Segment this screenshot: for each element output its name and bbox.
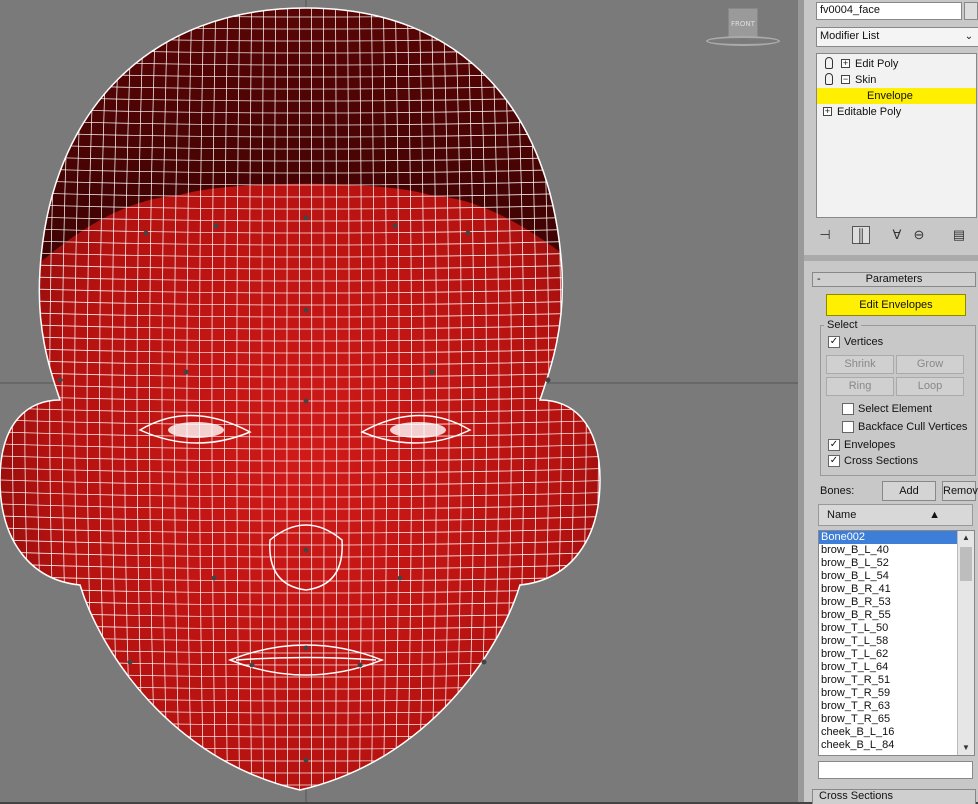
bone-list-item[interactable]: cheek_B_L_84 [819, 739, 959, 752]
lightbulb-icon[interactable] [825, 73, 833, 85]
pin-stack-icon[interactable]: ⊣ [816, 226, 834, 244]
stack-item-editable-poly[interactable]: + Editable Poly [817, 104, 976, 120]
viewcube-compass-ring[interactable] [706, 36, 780, 46]
backface-cull-label: Backface Cull Vertices [858, 421, 968, 433]
grow-button[interactable]: Grow [896, 355, 964, 374]
name-header-label: Name [827, 509, 857, 521]
parameters-title: Parameters [865, 273, 923, 285]
scroll-down-icon[interactable]: ▼ [958, 741, 974, 755]
backface-cull-checkbox[interactable]: Backface Cull Vertices [842, 420, 967, 434]
vertices-label: Vertices [844, 336, 884, 348]
modifier-list-dropdown[interactable]: Modifier List ⌄ [816, 27, 978, 47]
bone-list-item[interactable]: brow_T_L_50 [819, 622, 959, 635]
remove-bone-button[interactable]: Remove [942, 481, 978, 501]
modifier-stack[interactable]: + Edit Poly − Skin Envelope + Editable P… [816, 53, 977, 218]
bone-list-item[interactable]: brow_T_L_64 [819, 661, 959, 674]
stack-item-edit-poly[interactable]: + Edit Poly [817, 56, 976, 72]
loop-button[interactable]: Loop [896, 377, 964, 396]
checkmark-icon: ✓ [828, 455, 840, 467]
parameters-rollout-header[interactable]: - Parameters [812, 272, 976, 287]
command-panel: fv0004_face Modifier List ⌄ + Edit Poly … [798, 0, 978, 804]
chevron-down-icon[interactable]: ⌄ [962, 30, 976, 44]
rollout-collapse-icon: - [817, 273, 821, 285]
stack-item-label: Editable Poly [837, 106, 902, 118]
envelopes-label: Envelopes [844, 439, 896, 451]
shrink-button[interactable]: Shrink [826, 355, 894, 374]
scroll-up-icon[interactable]: ▲ [958, 531, 974, 545]
configure-modifier-sets-icon[interactable]: ▤ [950, 226, 968, 244]
edit-envelopes-button[interactable]: Edit Envelopes [826, 294, 966, 316]
bone-list-item[interactable]: brow_B_R_55 [819, 609, 959, 622]
cross-sections-checkbox[interactable]: ✓ Cross Sections [828, 454, 918, 468]
object-name-field[interactable]: fv0004_face [816, 2, 962, 20]
cross-sections-label: Cross Sections [844, 455, 918, 467]
bone-list-item[interactable]: brow_T_R_59 [819, 687, 959, 700]
empty-checkbox-icon [842, 421, 854, 433]
stack-item-label: Envelope [867, 90, 913, 102]
bone-list-item[interactable]: brow_B_R_53 [819, 596, 959, 609]
empty-checkbox-icon [842, 403, 854, 415]
cross-sections-rollout-title: Cross Sections [819, 790, 893, 802]
bone-list-scrollbar[interactable]: ▲ ▼ [957, 531, 974, 755]
face-mesh[interactable] [0, 0, 798, 802]
lightbulb-icon[interactable] [825, 57, 833, 69]
vertices-checkbox[interactable]: ✓ Vertices [828, 335, 883, 349]
checkmark-icon: ✓ [828, 336, 840, 348]
bone-list-item[interactable]: brow_T_L_58 [819, 635, 959, 648]
select-group-title: Select [824, 319, 861, 331]
select-element-label: Select Element [858, 403, 932, 415]
stack-toolbar: ⊣ ║ ∀ ⊖ ▤ [816, 222, 978, 248]
collapse-minus-icon[interactable]: − [841, 75, 850, 84]
expand-plus-icon[interactable]: + [841, 59, 850, 68]
bone-filter-input[interactable] [818, 761, 973, 779]
scroll-thumb[interactable] [960, 547, 972, 581]
ring-button[interactable]: Ring [826, 377, 894, 396]
bone-list-name-header[interactable]: Name ▲ [818, 504, 973, 526]
make-unique-icon[interactable]: ∀ [888, 226, 906, 244]
sort-ascending-icon[interactable]: ▲ [929, 505, 940, 525]
viewcube[interactable]: FRONT [706, 8, 780, 48]
bone-list-item[interactable]: cheek_B_L_16 [819, 726, 959, 739]
bone-list-item[interactable]: brow_B_L_52 [819, 557, 959, 570]
bone-list-item[interactable]: brow_T_L_62 [819, 648, 959, 661]
panel-divider [804, 255, 978, 261]
expand-plus-icon[interactable]: + [823, 107, 832, 116]
object-color-swatch[interactable] [964, 2, 978, 20]
bone-list-item[interactable]: brow_T_R_51 [819, 674, 959, 687]
checkmark-icon: ✓ [828, 439, 840, 451]
viewport-front[interactable]: FRONT [0, 0, 798, 802]
add-bone-button[interactable]: Add [882, 481, 936, 501]
bone-list-item[interactable]: Bone002 [819, 531, 959, 544]
bone-list-item[interactable]: brow_B_L_54 [819, 570, 959, 583]
envelopes-checkbox[interactable]: ✓ Envelopes [828, 438, 895, 452]
bone-list[interactable]: Bone002 brow_B_L_40 brow_B_L_52 brow_B_L_54… [818, 530, 975, 756]
select-element-checkbox[interactable]: Select Element [842, 402, 932, 416]
bone-list-item[interactable]: brow_T_R_65 [819, 713, 959, 726]
stack-item-skin[interactable]: − Skin [817, 72, 976, 88]
viewcube-front-face[interactable]: FRONT [728, 8, 758, 38]
bones-label: Bones: [820, 485, 855, 497]
show-end-result-icon[interactable]: ║ [852, 226, 870, 244]
modifier-list-label: Modifier List [820, 30, 880, 42]
stack-item-envelope[interactable]: Envelope [817, 88, 976, 104]
bone-list-item[interactable]: brow_T_R_63 [819, 700, 959, 713]
remove-modifier-icon[interactable]: ⊖ [910, 226, 928, 244]
bone-list-item[interactable]: brow_B_L_40 [819, 544, 959, 557]
bone-list-item[interactable]: brow_B_R_41 [819, 583, 959, 596]
